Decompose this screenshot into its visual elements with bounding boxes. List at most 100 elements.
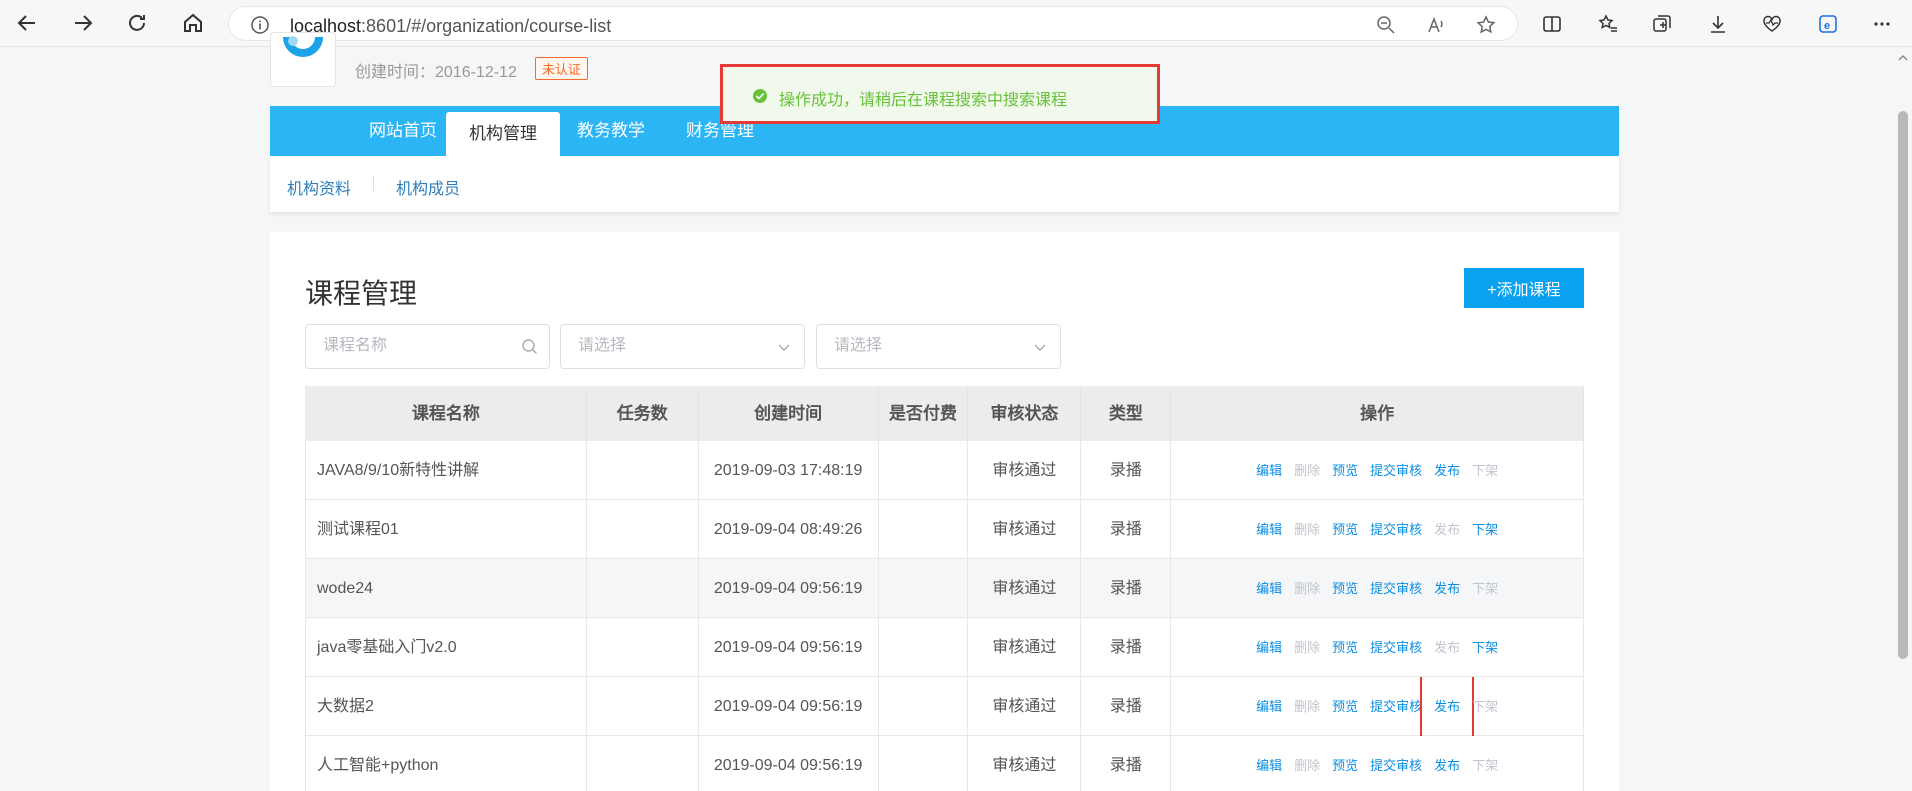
zoom-out-icon[interactable] bbox=[1375, 14, 1397, 36]
filter-select-1[interactable] bbox=[560, 324, 805, 369]
scroll-up-icon[interactable] bbox=[1898, 53, 1908, 63]
submit-review-link[interactable]: 提交审核 bbox=[1370, 618, 1422, 677]
cell-created-time: 2019-09-04 08:49:26 bbox=[699, 500, 879, 559]
download-icon[interactable] bbox=[1704, 10, 1732, 38]
add-course-button[interactable]: +添加课程 bbox=[1464, 268, 1584, 308]
submit-review-link[interactable]: 提交审核 bbox=[1370, 559, 1422, 618]
submit-review-link[interactable]: 提交审核 bbox=[1370, 677, 1422, 736]
nav-home[interactable]: 网站首页 bbox=[346, 106, 460, 156]
cell-created-time: 2019-09-03 17:48:19 bbox=[699, 441, 879, 500]
preview-link[interactable]: 预览 bbox=[1332, 677, 1358, 736]
edit-link[interactable]: 编辑 bbox=[1256, 677, 1282, 736]
cell-paid bbox=[879, 736, 969, 791]
delete-link[interactable]: 删除 bbox=[1294, 677, 1320, 736]
scroll-thumb[interactable] bbox=[1898, 111, 1908, 659]
delete-link[interactable]: 删除 bbox=[1294, 500, 1320, 559]
select-2-input[interactable] bbox=[834, 337, 1024, 355]
read-aloud-icon[interactable] bbox=[1425, 14, 1447, 36]
preview-link[interactable]: 预览 bbox=[1332, 441, 1358, 500]
cell-type: 录播 bbox=[1081, 500, 1172, 559]
cell-review-status: 审核通过 bbox=[968, 677, 1082, 736]
preview-link[interactable]: 预览 bbox=[1332, 500, 1358, 559]
table-row: wode24 2019-09-04 09:56:19 审核通过 录播 编辑 删除 预览 提交审… bbox=[306, 559, 1584, 618]
subnav-org-profile[interactable]: 机构资料 bbox=[287, 175, 351, 199]
search-input[interactable] bbox=[323, 337, 513, 355]
cell-review-status: 审核通过 bbox=[968, 500, 1082, 559]
cell-type: 录播 bbox=[1081, 559, 1172, 618]
select-1-input[interactable] bbox=[578, 337, 768, 355]
edge-ie-mode-icon[interactable]: e bbox=[1814, 10, 1842, 38]
cell-actions: 编辑 删除 预览 提交审核 发布 下架 bbox=[1171, 736, 1584, 791]
submit-review-link[interactable]: 提交审核 bbox=[1370, 500, 1422, 559]
publish-link[interactable]: 发布 bbox=[1420, 677, 1475, 736]
course-name-search[interactable] bbox=[305, 324, 550, 369]
publish-link[interactable]: 发布 bbox=[1434, 618, 1460, 677]
edit-link[interactable]: 编辑 bbox=[1256, 559, 1282, 618]
favorite-star-icon[interactable] bbox=[1475, 14, 1497, 36]
cell-created-time: 2019-09-04 09:56:19 bbox=[699, 618, 879, 677]
split-screen-icon[interactable] bbox=[1538, 10, 1566, 38]
nav-org-management[interactable]: 机构管理 bbox=[446, 112, 560, 156]
created-date: 创建时间：2016-12-12 bbox=[355, 64, 517, 81]
col-paid: 是否付费 bbox=[879, 386, 969, 441]
col-created-time: 创建时间 bbox=[699, 386, 879, 441]
cell-task-count bbox=[587, 500, 699, 559]
delete-link[interactable]: 删除 bbox=[1294, 618, 1320, 677]
cell-paid bbox=[879, 500, 969, 559]
subnav-org-members[interactable]: 机构成员 bbox=[396, 175, 460, 199]
cell-actions: 编辑 删除 预览 提交审核 发布 下架 bbox=[1171, 441, 1584, 500]
page-scrollbar[interactable] bbox=[1894, 47, 1912, 791]
table-body: JAVA8/9/10新特性讲解 2019-09-03 17:48:19 审核通过 录播… bbox=[306, 441, 1584, 791]
back-icon[interactable] bbox=[10, 8, 44, 38]
forward-icon[interactable] bbox=[66, 8, 100, 38]
publish-link[interactable]: 发布 bbox=[1434, 441, 1460, 500]
cell-task-count bbox=[587, 559, 699, 618]
publish-link[interactable]: 发布 bbox=[1434, 736, 1460, 791]
offline-link[interactable]: 下架 bbox=[1472, 677, 1498, 736]
publish-link[interactable]: 发布 bbox=[1434, 559, 1460, 618]
delete-link[interactable]: 删除 bbox=[1294, 736, 1320, 791]
org-logo bbox=[270, 32, 336, 87]
cell-created-time: 2019-09-04 09:56:19 bbox=[699, 559, 879, 618]
col-course-name: 课程名称 bbox=[306, 386, 587, 441]
submit-review-link[interactable]: 提交审核 bbox=[1370, 736, 1422, 791]
submit-review-link[interactable]: 提交审核 bbox=[1370, 441, 1422, 500]
nav-teaching[interactable]: 教务教学 bbox=[554, 106, 668, 156]
table-header: 课程名称 任务数 创建时间 是否付费 审核状态 类型 操作 bbox=[306, 386, 1584, 441]
address-bar[interactable]: localhost:8601/#/organization/course-lis… bbox=[228, 6, 1518, 41]
cell-created-time: 2019-09-04 09:56:19 bbox=[699, 736, 879, 791]
offline-link[interactable]: 下架 bbox=[1472, 736, 1498, 791]
cell-course-name: java零基础入门v2.0 bbox=[306, 618, 587, 677]
offline-link[interactable]: 下架 bbox=[1472, 559, 1498, 618]
health-heart-icon[interactable] bbox=[1758, 10, 1786, 38]
offline-link[interactable]: 下架 bbox=[1472, 441, 1498, 500]
refresh-icon[interactable] bbox=[120, 8, 154, 38]
offline-link[interactable]: 下架 bbox=[1472, 500, 1498, 559]
preview-link[interactable]: 预览 bbox=[1332, 736, 1358, 791]
offline-link[interactable]: 下架 bbox=[1472, 618, 1498, 677]
edit-link[interactable]: 编辑 bbox=[1256, 618, 1282, 677]
info-icon[interactable] bbox=[249, 14, 271, 36]
svg-text:e: e bbox=[1824, 20, 1830, 32]
col-task-count: 任务数 bbox=[587, 386, 699, 441]
collections-icon[interactable] bbox=[1648, 10, 1676, 38]
edit-link[interactable]: 编辑 bbox=[1256, 441, 1282, 500]
delete-link[interactable]: 删除 bbox=[1294, 559, 1320, 618]
favorites-icon[interactable] bbox=[1594, 10, 1622, 38]
preview-link[interactable]: 预览 bbox=[1332, 559, 1358, 618]
publish-link[interactable]: 发布 bbox=[1434, 500, 1460, 559]
cell-course-name: 测试课程01 bbox=[306, 500, 587, 559]
table-row: java零基础入门v2.0 2019-09-04 09:56:19 审核通过 录播 编辑… bbox=[306, 618, 1584, 677]
home-icon[interactable] bbox=[176, 8, 210, 38]
search-icon[interactable] bbox=[521, 338, 539, 356]
more-options-icon[interactable] bbox=[1868, 10, 1896, 38]
table-row: 人工智能+python 2019-09-04 09:56:19 审核通过 录播 编辑 删除… bbox=[306, 736, 1584, 791]
success-toast: 操作成功，请稍后在课程搜索中搜索课程 bbox=[720, 64, 1160, 124]
edit-link[interactable]: 编辑 bbox=[1256, 736, 1282, 791]
delete-link[interactable]: 删除 bbox=[1294, 441, 1320, 500]
col-type: 类型 bbox=[1081, 386, 1172, 441]
filter-select-2[interactable] bbox=[816, 324, 1061, 369]
edit-link[interactable]: 编辑 bbox=[1256, 500, 1282, 559]
preview-link[interactable]: 预览 bbox=[1332, 618, 1358, 677]
table-row: JAVA8/9/10新特性讲解 2019-09-03 17:48:19 审核通过 录播… bbox=[306, 441, 1584, 500]
